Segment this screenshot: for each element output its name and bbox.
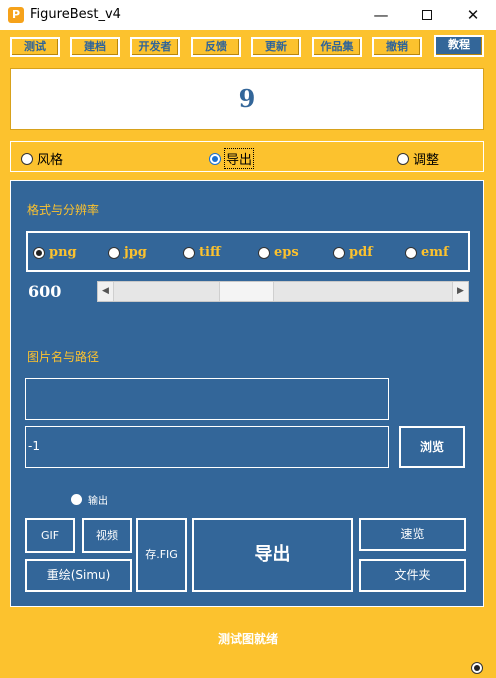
mode-adjust-radio[interactable]: 调整 <box>397 149 439 168</box>
close-button[interactable]: ✕ <box>450 0 496 30</box>
title-bar: P FigureBest_v4 — ✕ <box>0 0 496 30</box>
format-section-label: 格式与分辨率 <box>27 203 100 217</box>
mode-export-label: 导出 <box>223 148 255 169</box>
corner-radio[interactable] <box>471 662 483 674</box>
tutorial-button[interactable]: 教程 <box>434 35 484 57</box>
undo-button[interactable]: 撤销 <box>372 37 422 57</box>
radio-indicator <box>405 246 417 259</box>
export-button[interactable]: 导出 <box>192 518 353 592</box>
slider-thumb[interactable] <box>219 282 274 301</box>
format-label: pdf <box>349 245 373 260</box>
format-pdf-radio[interactable]: pdf <box>333 245 373 260</box>
window-title: FigureBest_v4 <box>30 7 121 22</box>
create-file-button[interactable]: 建档 <box>70 37 120 57</box>
format-label: tiff <box>199 245 221 260</box>
file-name-field[interactable] <box>25 378 389 420</box>
preview-button[interactable]: 速览 <box>359 518 466 551</box>
format-label: emf <box>421 245 449 260</box>
value-display: 9 <box>10 68 484 130</box>
radio-indicator <box>183 246 195 259</box>
radio-indicator <box>33 246 45 259</box>
redraw-button[interactable]: 重绘(Simu) <box>25 559 132 592</box>
portfolio-button[interactable]: 作品集 <box>312 37 362 57</box>
format-jpg-radio[interactable]: jpg <box>108 245 147 260</box>
app-logo-icon: P <box>8 7 24 23</box>
scroll-left-icon[interactable]: ◀ <box>98 282 114 301</box>
save-fig-button[interactable]: 存.FIG <box>136 518 187 592</box>
radio-indicator <box>71 494 82 505</box>
radio-indicator <box>333 246 345 259</box>
test-button[interactable]: 测试 <box>10 37 60 57</box>
maximize-icon <box>422 10 432 20</box>
mode-export-radio[interactable]: 导出 <box>209 148 255 169</box>
format-eps-radio[interactable]: eps <box>258 245 299 260</box>
radio-indicator <box>108 246 120 259</box>
dpi-slider[interactable]: ◀ ▶ <box>97 281 469 302</box>
format-png-radio[interactable]: png <box>33 245 77 260</box>
mode-style-label: 风格 <box>37 153 64 168</box>
maximize-button[interactable] <box>404 0 450 30</box>
file-path-field[interactable]: -1 <box>25 426 389 468</box>
mode-selector: 风格 导出 调整 <box>10 141 484 172</box>
gif-button[interactable]: GIF <box>25 518 75 553</box>
output-radio-label: 输出 <box>88 496 108 507</box>
update-button[interactable]: 更新 <box>251 37 301 57</box>
mode-adjust-label: 调整 <box>413 153 440 168</box>
output-radio[interactable]: 输出 <box>71 492 108 507</box>
format-label: eps <box>274 245 299 260</box>
dpi-value: 600 <box>28 282 62 301</box>
video-button[interactable]: 视频 <box>82 518 132 553</box>
minimize-button[interactable]: — <box>358 0 404 30</box>
format-selector: png jpg tiff eps pdf emf <box>26 231 470 272</box>
radio-indicator <box>258 246 270 259</box>
developer-button[interactable]: 开发者 <box>130 37 180 57</box>
format-label: png <box>49 245 77 260</box>
format-tiff-radio[interactable]: tiff <box>183 245 221 260</box>
path-section-label: 图片名与路径 <box>27 350 100 364</box>
scroll-right-icon[interactable]: ▶ <box>452 282 468 301</box>
export-panel: 格式与分辨率 png jpg tiff eps pdf emf 600 ◀ ▶ … <box>10 180 484 607</box>
radio-indicator <box>209 152 221 165</box>
radio-indicator <box>397 152 409 165</box>
feedback-button[interactable]: 反馈 <box>191 37 241 57</box>
radio-indicator <box>21 152 33 165</box>
status-text: 测试图就绪 <box>217 632 278 646</box>
format-emf-radio[interactable]: emf <box>405 245 449 260</box>
mode-style-radio[interactable]: 风格 <box>21 149 63 168</box>
folder-button[interactable]: 文件夹 <box>359 559 466 592</box>
format-label: jpg <box>124 245 147 260</box>
browse-button[interactable]: 浏览 <box>399 426 465 468</box>
